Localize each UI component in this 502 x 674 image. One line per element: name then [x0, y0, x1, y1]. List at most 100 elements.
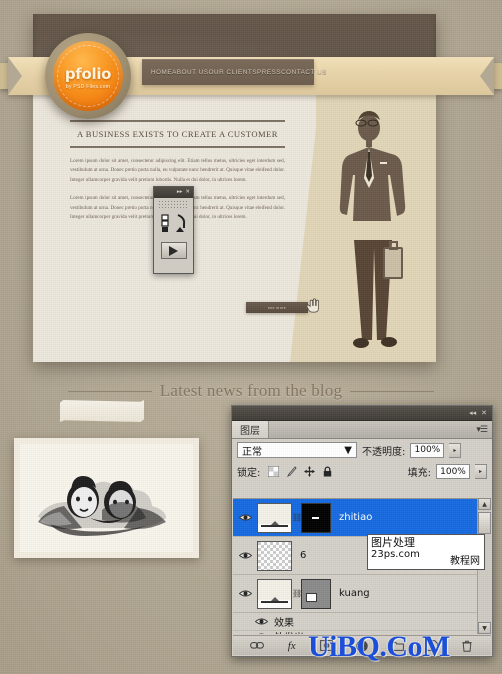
main-navigation: HOME ABOUT US OUR CLIENTS PRESS CONTACT … [142, 59, 326, 85]
tape-strip [60, 400, 144, 422]
blog-image-frame [20, 444, 193, 552]
lock-fill-row: 锁定: 填充: 100% ▸ [232, 461, 492, 482]
bottom-watermark: UiBQ.CoM [308, 630, 450, 663]
mini-palette-tool-icons [154, 208, 193, 238]
link-icon [249, 642, 264, 649]
layer-visibility-toggle[interactable] [235, 513, 255, 522]
lock-label: 锁定: [237, 468, 261, 479]
lock-image-brush-icon[interactable] [286, 466, 297, 477]
delete-layer-button[interactable] [460, 639, 474, 653]
eye-icon [238, 552, 252, 559]
curved-arrow-icon [175, 214, 185, 232]
panel-titlebar: ◂◂ ✕ [232, 406, 492, 421]
trash-icon [462, 640, 473, 652]
cherubs-engraving [38, 476, 166, 536]
panel-tab-row: 图层 ▾☰ [232, 421, 492, 439]
layer-visibility-toggle[interactable] [235, 589, 255, 598]
blog-section-header: Latest news from the blog [0, 378, 502, 404]
layer-thumbnail[interactable] [257, 540, 292, 571]
tab-layers[interactable]: 图层 [232, 421, 269, 438]
layer-name: zhitiao [339, 512, 373, 523]
panel-tab-spacer: ▾☰ [269, 421, 492, 438]
nav-item-home[interactable]: HOME [151, 69, 172, 76]
logo-wordmark: pfolio [64, 64, 112, 83]
article-headline: A BUSINESS EXISTS TO CREATE A CUSTOMER [77, 129, 278, 139]
watermark-note: 图片处理 23ps.com 教程网 [367, 534, 485, 570]
blog-divider-right [350, 390, 435, 392]
mini-close-icon[interactable]: ✕ [185, 189, 190, 196]
list-item[interactable]: 效果 [233, 613, 491, 631]
scroll-down-button[interactable]: ▼ [478, 622, 491, 634]
eye-icon [238, 514, 252, 521]
fill-slider-arrow[interactable]: ▸ [475, 464, 487, 479]
stack-squares-icon [160, 214, 169, 232]
table-row[interactable]: ⛓ zhitiao [233, 499, 491, 537]
lock-icon-group [268, 466, 333, 477]
article-paragraph-1: Lorem ipsum dolor sit amet, consectetur … [70, 158, 285, 183]
opacity-label: 不透明度: [362, 446, 406, 458]
add-layer-style-button[interactable]: fx [285, 639, 299, 653]
nav-item-our-clients[interactable]: OUR CLIENTS [209, 69, 257, 76]
businessman-illustration [339, 111, 406, 348]
fill-label: 填充: [407, 468, 431, 479]
layer-mask-thumbnail[interactable] [301, 578, 331, 609]
hand-cursor-icon [306, 298, 319, 313]
mini-palette-grip [158, 200, 189, 208]
scroll-up-button[interactable]: ▲ [478, 498, 491, 510]
layer-mask-thumbnail[interactable] [301, 502, 331, 533]
site-logo[interactable]: pfolio by PSD Files.com [45, 33, 131, 119]
nav-item-press[interactable]: PRESS [257, 69, 281, 76]
link-mask-icon[interactable]: ⛓ [292, 589, 302, 598]
photoshop-layers-panel[interactable]: ◂◂ ✕ 图层 ▾☰ 正常 ▼ 不透明度: 100% ▸ 锁定: 填充: 100… [231, 405, 493, 657]
mini-collapse-icon[interactable]: ▸▸ [177, 189, 183, 196]
blog-divider-left [67, 390, 152, 392]
blend-opacity-row: 正常 ▼ 不透明度: 100% ▸ [232, 439, 492, 461]
nav-item-contact-us[interactable]: CONTACT US [281, 69, 327, 76]
watermark-note-line3: 教程网 [450, 556, 480, 567]
layer-name: kuang [339, 588, 370, 599]
link-mask-icon[interactable]: ⛓ [292, 513, 302, 522]
blog-section-title: Latest news from the blog [159, 381, 343, 400]
logo-tagline: by PSD Files.com [65, 83, 111, 90]
lock-position-move-icon[interactable] [304, 466, 316, 477]
eye-icon [238, 590, 252, 597]
opacity-input[interactable]: 100% [410, 442, 445, 458]
headline-rule-bottom [70, 146, 285, 148]
table-row[interactable]: ⛓ kuang fx [233, 575, 491, 613]
play-icon [169, 245, 178, 256]
lock-transparency-icon[interactable] [268, 466, 280, 477]
logo-badge: pfolio by PSD Files.com [53, 41, 123, 111]
link-layers-button[interactable] [249, 639, 264, 653]
sublayer-name: 效果 [274, 618, 294, 629]
sublayer-name: 外发光 [274, 631, 304, 635]
watermark-note-line1: 图片处理 [371, 536, 415, 549]
play-action-button[interactable] [160, 242, 187, 259]
lock-all-padlock-icon[interactable] [322, 466, 333, 477]
see-more-button[interactable]: see more [246, 302, 308, 313]
eye-icon[interactable] [255, 617, 268, 626]
panel-close-icon[interactable]: ✕ [481, 409, 487, 417]
nav-item-about-us[interactable]: ABOUT US [172, 69, 208, 76]
panel-collapse-icon[interactable]: ◂◂ [469, 409, 476, 417]
ribbon-notch-right [480, 57, 494, 95]
headline-rule-top [70, 120, 285, 122]
blog-image-card[interactable] [14, 438, 199, 558]
chevron-down-icon: ▼ [344, 444, 352, 456]
page-root: A BUSINESS EXISTS TO CREATE A CUSTOMER L… [0, 0, 502, 674]
layer-thumbnail[interactable] [257, 578, 292, 609]
layer-thumbnail[interactable] [257, 502, 292, 533]
fill-input[interactable]: 100% [436, 464, 470, 479]
eye-icon[interactable] [255, 632, 268, 635]
sidebar-paper [290, 92, 436, 362]
layer-visibility-toggle[interactable] [235, 551, 255, 560]
mini-palette-titlebar: ▸▸ ✕ [154, 187, 193, 198]
panel-menu-icon[interactable]: ▾☰ [476, 425, 488, 435]
opacity-slider-arrow[interactable]: ▸ [449, 442, 462, 458]
mini-tool-palette[interactable]: ▸▸ ✕ [153, 186, 194, 274]
scrollbar-thumb[interactable] [478, 512, 491, 534]
blend-mode-select[interactable]: 正常 ▼ [237, 442, 357, 458]
ribbon-notch-left [8, 57, 22, 95]
see-more-label: see more [267, 305, 287, 310]
site-body: A BUSINESS EXISTS TO CREATE A CUSTOMER L… [33, 92, 436, 362]
blend-mode-value: 正常 [242, 446, 262, 458]
